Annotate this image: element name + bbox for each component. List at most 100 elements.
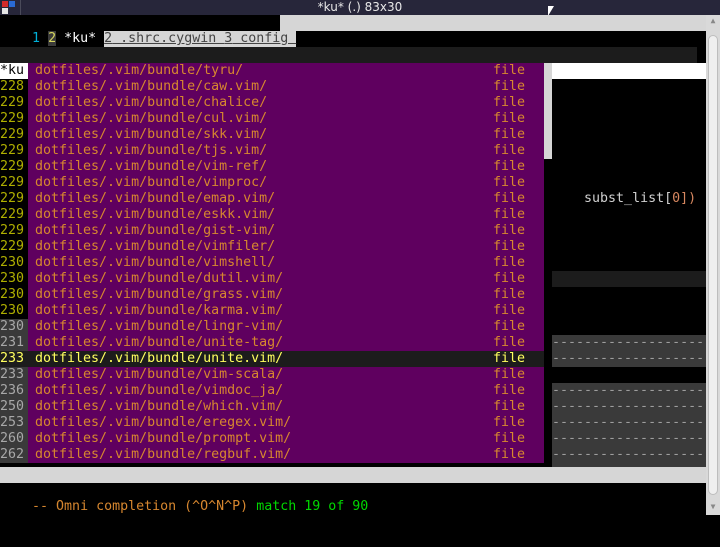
popup-item-word: dotfiles/.vim/bundle/gist-vim/ xyxy=(35,223,276,238)
line-number: 229 xyxy=(0,127,28,143)
popup-item-body[interactable]: dotfiles/.vim/bundle/vimshell/file xyxy=(28,255,544,271)
buffer-line-1[interactable]: 1 Sources: file xyxy=(0,31,706,62)
popup-item-body[interactable]: dotfiles/.vim/bundle/lingr-vim/file xyxy=(28,319,544,335)
popup-item-body[interactable]: dotfiles/.vim/bundle/grass.vim/file xyxy=(28,287,544,303)
popup-item[interactable]: 229 dotfiles/.vim/bundle/skk.vim/file xyxy=(0,127,544,143)
line-number: 230 xyxy=(0,271,28,287)
popup-item-word: dotfiles/.vim/bundle/eregex.vim/ xyxy=(35,415,292,430)
popup-item-word: dotfiles/.vim/bundle/unite.vim/ xyxy=(35,351,284,366)
line-number: 229 xyxy=(0,111,28,127)
line-number: 230 xyxy=(0,303,28,319)
line-number: 233 xyxy=(0,367,28,383)
status-top-right: 2,23 All xyxy=(552,63,706,110)
scroll-up-arrow-icon[interactable]: ▲ xyxy=(709,17,717,25)
popup-item-word: dotfiles/.vim/bundle/tjs.vim/ xyxy=(35,143,268,158)
popup-item-body[interactable]: dotfiles/.vim/bundle/which.vim/file xyxy=(28,399,544,415)
popup-item-kind: file xyxy=(493,335,526,350)
popup-item-body[interactable]: dotfiles/.vim/bundle/dutil.vim/file xyxy=(28,271,544,287)
popup-item[interactable]: 230 dotfiles/.vim/bundle/grass.vim/file xyxy=(0,287,544,303)
popup-item-body[interactable]: dotfiles/.vim/bundle/vimdoc_ja/file xyxy=(28,383,544,399)
scroll-down-arrow-icon[interactable]: ▼ xyxy=(709,503,717,511)
popup-item-body[interactable]: dotfiles/.vim/bundle/tjs.vim/file xyxy=(28,143,544,159)
popup-item-body[interactable]: dotfiles/.vim/bundle/tyru/file xyxy=(28,63,544,79)
popup-item[interactable]: 229 dotfiles/.vim/bundle/cul.vim/file xyxy=(0,111,544,127)
fold-line[interactable]: ------------------- xyxy=(552,351,706,367)
fold-line[interactable]: ------------------- xyxy=(552,399,706,415)
fold-line[interactable]: ------------------- xyxy=(552,335,706,351)
popup-item-kind: file xyxy=(493,223,526,238)
popup-item-body[interactable]: dotfiles/.vim/bundle/skk.vim/file xyxy=(28,127,544,143)
popup-item[interactable]: 233 dotfiles/.vim/bundle/vim-scala/file xyxy=(0,367,544,383)
popup-item-kind: file xyxy=(493,159,526,174)
window-scrollbar[interactable]: ▲ ▼ xyxy=(706,15,720,515)
popup-item-body[interactable]: dotfiles/.vim/bundle/prompt.vim/file xyxy=(28,431,544,447)
popup-item[interactable]: 260 dotfiles/.vim/bundle/prompt.vim/file xyxy=(0,431,544,447)
popup-item-body[interactable]: dotfiles/.vim/bundle/cul.vim/file xyxy=(28,111,544,127)
popup-item-word: dotfiles/.vim/bundle/unite-tag/ xyxy=(35,335,284,350)
popup-item[interactable]: 230 dotfiles/.vim/bundle/lingr-vim/file xyxy=(0,319,544,335)
buffer-line-2[interactable]: 2 dotfiles/.vim/bundle/unite.vim xyxy=(0,47,697,78)
fold-line[interactable]: ------------------- xyxy=(552,431,706,447)
popup-item-body[interactable]: dotfiles/.vim/bundle/chalice/file xyxy=(28,95,544,111)
popup-item[interactable]: 229 dotfiles/.vim/bundle/vim-ref/file xyxy=(0,159,544,175)
popup-item-word: dotfiles/.vim/bundle/vimfiler/ xyxy=(35,239,276,254)
popup-item-word: dotfiles/.vim/bundle/skk.vim/ xyxy=(35,127,268,142)
popup-item-body[interactable]: dotfiles/.vim/bundle/vimproc/file xyxy=(28,175,544,191)
window-scrollbar-thumb[interactable] xyxy=(708,35,718,495)
status-top-scroll: All xyxy=(679,95,704,110)
popup-item[interactable]: 231 dotfiles/.vim/bundle/unite-tag/file xyxy=(0,335,544,351)
line-number: 229 xyxy=(0,191,28,207)
popup-item[interactable]: 228 dotfiles/.vim/bundle/caw.vim/file xyxy=(0,79,544,95)
popup-item-body[interactable]: dotfiles/.vim/bundle/vim-ref/file xyxy=(28,159,544,175)
popup-item-body[interactable]: dotfiles/.vim/bundle/gist-vim/file xyxy=(28,223,544,239)
popup-item[interactable]: 229 dotfiles/.vim/bundle/vimfiler/file xyxy=(0,239,544,255)
popup-item[interactable]: 229 dotfiles/.vim/bundle/eskk.vim/file xyxy=(0,207,544,223)
popup-item[interactable]: 230 dotfiles/.vim/bundle/dutil.vim/file xyxy=(0,271,544,287)
popup-item-body[interactable]: dotfiles/.vim/bundle/regbuf.vim/file xyxy=(28,447,544,463)
popup-item[interactable]: 250 dotfiles/.vim/bundle/which.vim/file xyxy=(0,399,544,415)
right-pane-code-line: subst_list[0]) xyxy=(552,175,706,206)
fold-line[interactable]: ------------------- xyxy=(552,447,706,463)
command-line: -- Omni completion (^O^N^P) match 19 of … xyxy=(0,483,706,514)
popup-item[interactable]: 262 dotfiles/.vim/bundle/regbuf.vim/file xyxy=(0,447,544,463)
popup-item-kind: file xyxy=(493,191,526,206)
line-number: 250 xyxy=(0,399,28,415)
popup-item-body[interactable]: dotfiles/.vim/bundle/emap.vim/file xyxy=(28,191,544,207)
popup-item[interactable]: 229 dotfiles/.vim/bundle/gist-vim/file xyxy=(0,223,544,239)
popup-item[interactable]: 229 dotfiles/.vim/bundle/chalice/file xyxy=(0,95,544,111)
popup-item-kind: file xyxy=(493,143,526,158)
line-number: 253 xyxy=(0,415,28,431)
popup-item-kind: file xyxy=(493,383,526,398)
popup-scrollbar-thumb[interactable] xyxy=(544,63,552,159)
terminal-area[interactable]: 1 2 *ku* 2 .shrc.cygwin 3 config 1 Sourc… xyxy=(0,15,706,530)
popup-item-body[interactable]: dotfiles/.vim/bundle/eregex.vim/file xyxy=(28,415,544,431)
fold-line[interactable]: ------------------- xyxy=(552,383,706,399)
popup-item-word: dotfiles/.vim/bundle/grass.vim/ xyxy=(35,287,284,302)
popup-item-body[interactable]: dotfiles/.vim/bundle/eskk.vim/file xyxy=(28,207,544,223)
popup-item-word: dotfiles/.vim/bundle/prompt.vim/ xyxy=(35,431,292,446)
popup-item-body[interactable]: dotfiles/.vim/bundle/vim-scala/file xyxy=(28,367,544,383)
popup-item[interactable]: 229 dotfiles/.vim/bundle/emap.vim/file xyxy=(0,191,544,207)
popup-item[interactable]: 230 dotfiles/.vim/bundle/vimshell/file xyxy=(0,255,544,271)
popup-item-kind: file xyxy=(493,79,526,94)
popup-item[interactable]: 230 dotfiles/.vim/bundle/karma.vim/file xyxy=(0,303,544,319)
popup-item[interactable]: 229 dotfiles/.vim/bundle/tjs.vim/file xyxy=(0,143,544,159)
popup-item-body[interactable]: dotfiles/.vim/bundle/vimfiler/file xyxy=(28,239,544,255)
popup-item-word: dotfiles/.vim/bundle/vimshell/ xyxy=(35,255,276,270)
popup-item-body[interactable]: dotfiles/.vim/bundle/caw.vim/file xyxy=(28,79,544,95)
popup-item-kind: file xyxy=(493,367,526,382)
popup-item-body[interactable]: dotfiles/.vim/bundle/unite.vim/file xyxy=(28,351,544,367)
popup-item-body[interactable]: dotfiles/.vim/bundle/karma.vim/file xyxy=(28,303,544,319)
popup-item-body[interactable]: dotfiles/.vim/bundle/unite-tag/file xyxy=(28,335,544,351)
popup-item[interactable]: 236 dotfiles/.vim/bundle/vimdoc_ja/file xyxy=(0,383,544,399)
popup-item[interactable]: dotfiles/.vim/bundle/tyru/file xyxy=(0,63,544,79)
popup-item[interactable]: 229 dotfiles/.vim/bundle/vimproc/file xyxy=(0,175,544,191)
popup-item-kind: file xyxy=(493,415,526,430)
popup-item-word: dotfiles/.vim/bundle/cul.vim/ xyxy=(35,111,268,126)
fold-line[interactable]: ------------------- xyxy=(552,415,706,431)
popup-item-selected[interactable]: 233 dotfiles/.vim/bundle/unite.vim/file xyxy=(0,351,544,367)
popup-item-kind: file xyxy=(493,63,526,78)
status-bottom: dotfiles/.vimrc 2301,3 85% xyxy=(0,467,706,530)
line-number: 229 xyxy=(0,143,28,159)
popup-item[interactable]: 253 dotfiles/.vim/bundle/eregex.vim/file xyxy=(0,415,544,431)
